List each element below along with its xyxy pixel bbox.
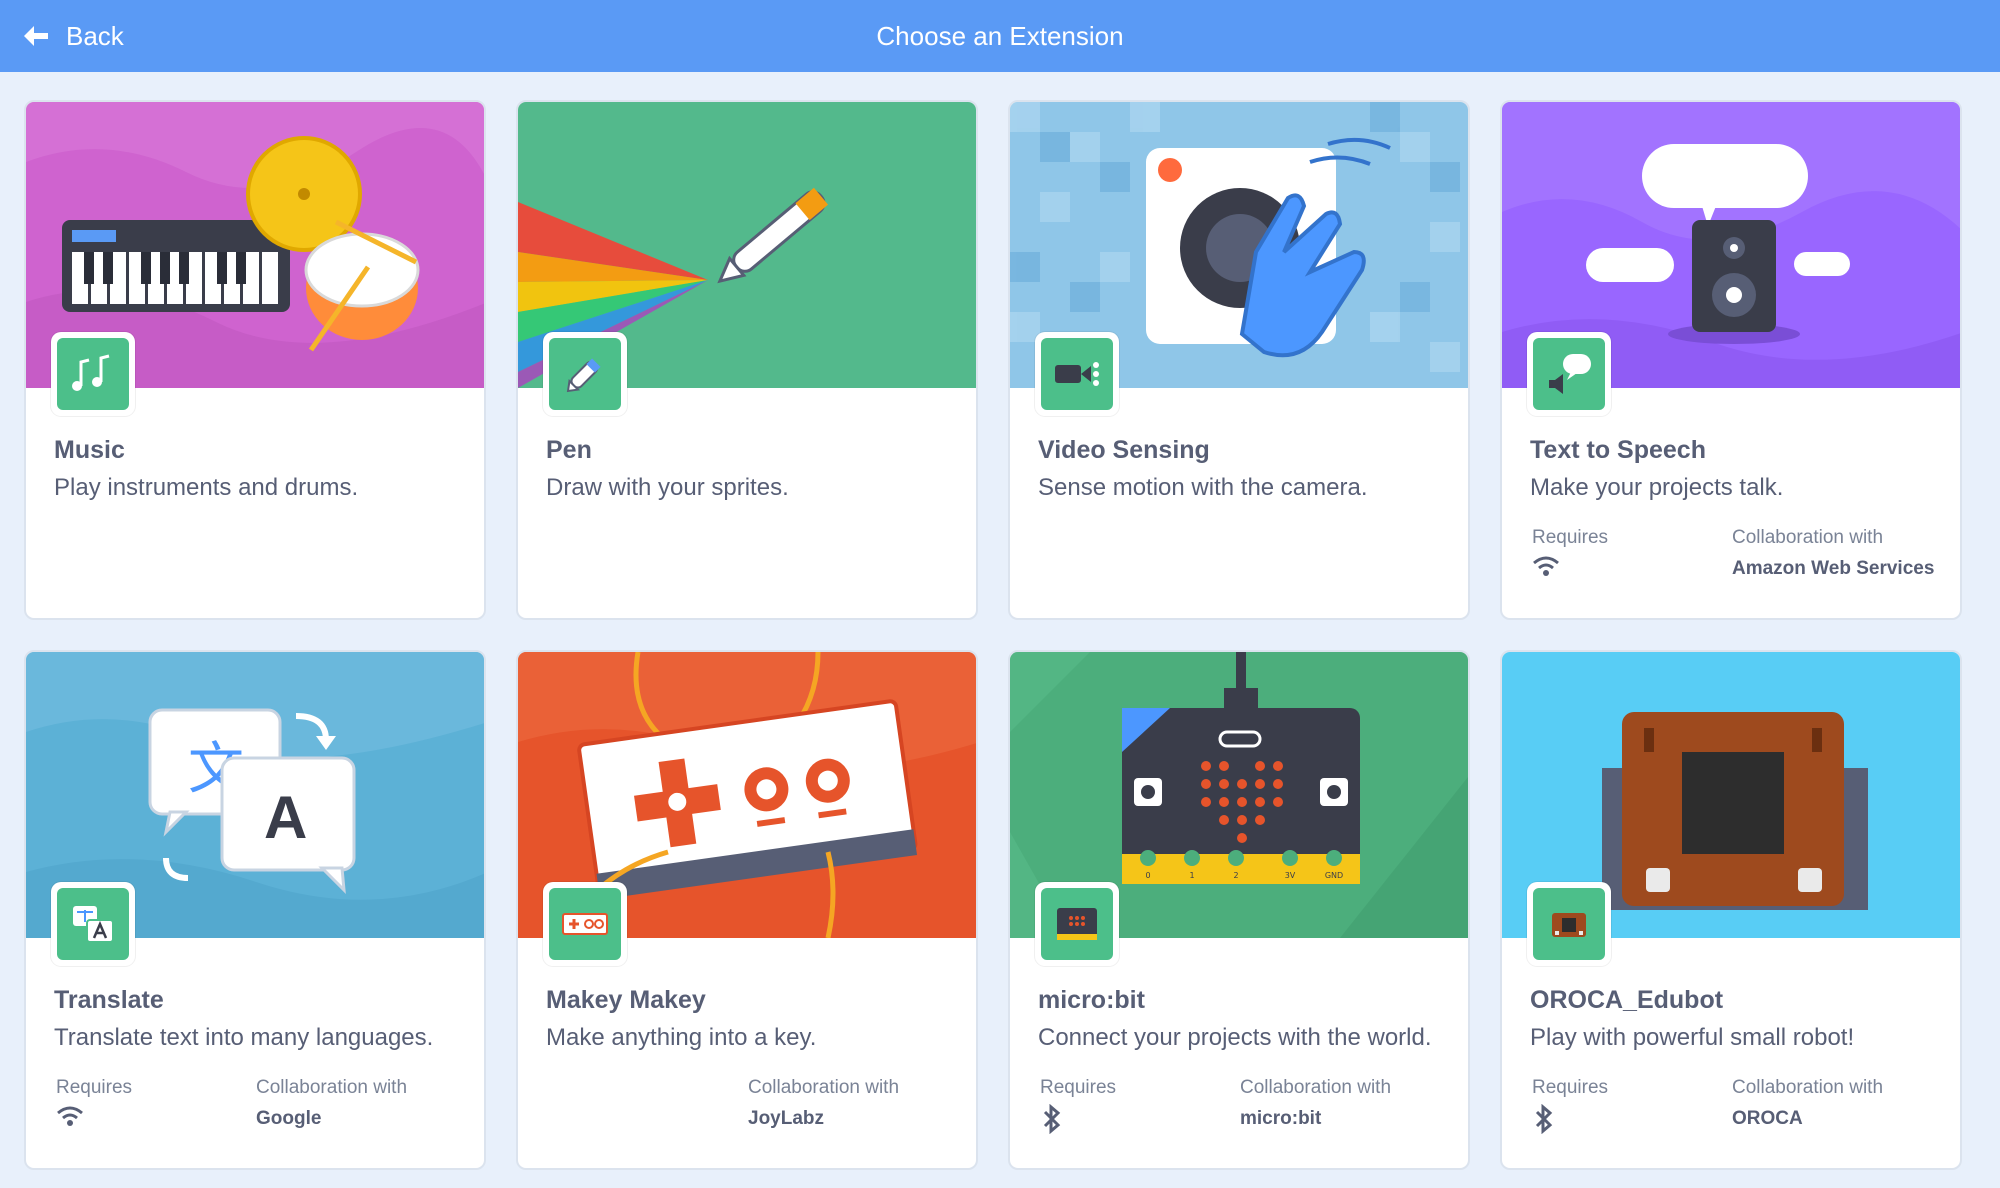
extension-description: Translate text into many languages. [54, 1024, 434, 1051]
extension-name: Video Sensing [1038, 436, 1210, 464]
bluetooth-icon [1043, 1104, 1061, 1134]
requires-label: Requires [1040, 1077, 1117, 1098]
wifi-icon [1533, 556, 1559, 576]
collaboration-label: Collaboration with [748, 1077, 900, 1098]
robot-icon [1552, 913, 1586, 937]
extension-name: OROCA_Edubot [1530, 986, 1724, 1014]
extension-card-microbit[interactable]: 0 1 2 3V GND micro:bit Connect your proj… [1008, 650, 1470, 1170]
pen-icon-tile [543, 332, 627, 416]
extension-name: Text to Speech [1530, 436, 1706, 464]
back-button[interactable]: Back [22, 14, 124, 58]
extension-description: Connect your projects with the world. [1038, 1024, 1432, 1051]
extension-card-text-to-speech[interactable]: Text to Speech Make your projects talk. … [1500, 100, 1962, 620]
extension-card-pen[interactable]: Pen Draw with your sprites. [516, 100, 978, 620]
requires-label: Requires [1532, 1077, 1609, 1098]
extension-description: Play instruments and drums. [54, 474, 359, 501]
header-bar: Back Choose an Extension [0, 0, 2000, 72]
extension-grid: Music Play instruments and drums. Pen Dr… [24, 100, 1974, 1170]
collaboration-value: micro:bit [1240, 1108, 1322, 1129]
video-camera-icon [1055, 362, 1099, 386]
requires-label: Requires [56, 1077, 133, 1098]
back-arrow-icon [24, 26, 48, 46]
microbit-pin-label: 2 [1233, 871, 1238, 880]
collaboration-value: Google [256, 1108, 322, 1129]
extension-card-oroca-edubot[interactable]: OROCA_Edubot Play with powerful small ro… [1500, 650, 1962, 1170]
text-to-speech-icon-tile [1527, 332, 1611, 416]
microbit-pin-label: 3V [1285, 871, 1296, 880]
wifi-icon [57, 1106, 83, 1126]
microbit-board-icon [1057, 908, 1097, 940]
microbit-pin-label: 0 [1145, 871, 1150, 880]
collaboration-value: OROCA [1732, 1108, 1803, 1129]
microbit-icon-tile [1035, 882, 1119, 966]
makey-makey-icon [562, 913, 608, 935]
collaboration-label: Collaboration with [1732, 527, 1884, 548]
collaboration-value: JoyLabz [748, 1108, 825, 1129]
translate-glyph-latin: A [264, 784, 307, 851]
collaboration-label: Collaboration with [1732, 1077, 1884, 1098]
microbit-pin-label: GND [1325, 871, 1343, 880]
video-sensing-icon-tile [1035, 332, 1119, 416]
collaboration-value: Amazon Web Services [1732, 558, 1935, 579]
extension-description: Make anything into a key. [546, 1024, 817, 1051]
extension-name: Makey Makey [546, 986, 706, 1014]
back-label: Back [66, 20, 124, 51]
extension-name: micro:bit [1038, 986, 1145, 1014]
music-icon-tile [51, 332, 135, 416]
oroca-edubot-icon-tile [1527, 882, 1611, 966]
translate-icon [73, 906, 114, 943]
music-notes-icon [72, 354, 110, 391]
extension-description: Make your projects talk. [1530, 474, 1784, 501]
extension-card-translate[interactable]: 文 A Translate Translate text into many l… [24, 650, 486, 1170]
translate-icon-tile [51, 882, 135, 966]
extension-card-music[interactable]: Music Play instruments and drums. [24, 100, 486, 620]
collaboration-label: Collaboration with [1240, 1077, 1392, 1098]
makey-makey-icon-tile [543, 882, 627, 966]
extension-card-video-sensing[interactable]: Video Sensing Sense motion with the came… [1008, 100, 1470, 620]
extension-card-makey-makey[interactable]: Makey Makey Make anything into a key. Co… [516, 650, 978, 1170]
bluetooth-icon [1535, 1104, 1553, 1134]
extension-name: Music [54, 436, 125, 464]
extension-name: Translate [54, 986, 164, 1014]
extension-description: Draw with your sprites. [546, 474, 789, 501]
requires-label: Requires [1532, 527, 1609, 548]
collaboration-label: Collaboration with [256, 1077, 408, 1098]
pen-icon [566, 358, 601, 393]
speech-icon [1549, 354, 1591, 394]
extension-description: Play with powerful small robot! [1530, 1024, 1855, 1051]
page-title: Choose an Extension [876, 21, 1124, 51]
extension-description: Sense motion with the camera. [1038, 474, 1368, 501]
extension-name: Pen [546, 436, 592, 464]
microbit-pin-label: 1 [1189, 871, 1194, 880]
